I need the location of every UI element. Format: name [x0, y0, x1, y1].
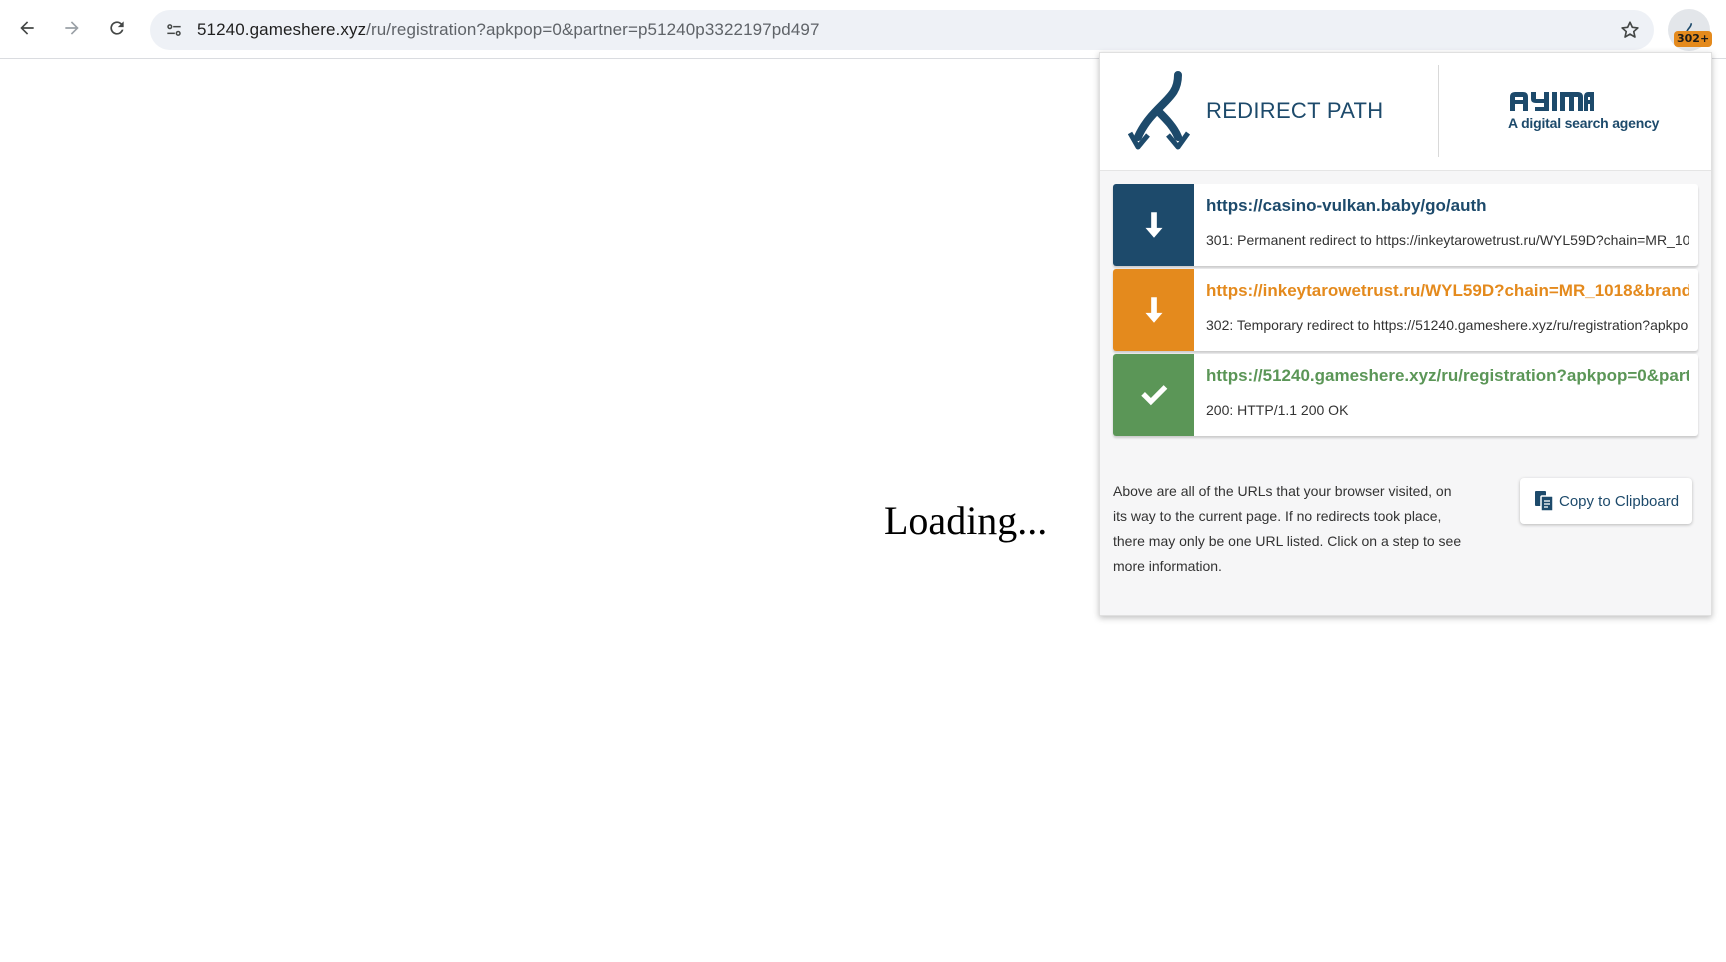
step-url: https://inkeytarowetrust.ru/WYL59D?chain… [1206, 281, 1689, 300]
extension-badge: 302+ [1674, 31, 1713, 47]
reload-button[interactable] [99, 10, 135, 46]
ayima-tagline: A digital search agency [1508, 115, 1660, 131]
step-description: 301: Permanent redirect to https://inkey… [1206, 232, 1689, 248]
browser-toolbar: 51240.gameshere.xyz/ru/registration?apkp… [0, 0, 1726, 59]
tune-icon [167, 24, 181, 36]
back-button[interactable] [9, 10, 45, 46]
arrow-down-icon [1145, 297, 1162, 323]
copy-to-clipboard-button[interactable]: Copy to Clipboard [1520, 478, 1692, 524]
url-text[interactable]: 51240.gameshere.xyz/ru/registration?apkp… [197, 10, 820, 50]
step-description: 200: HTTP/1.1 200 OK [1206, 402, 1349, 418]
redirect-path-logo-icon [1128, 71, 1191, 150]
redirect-path-title: REDIRECT PATH [1206, 98, 1384, 123]
checkmark-icon [1140, 385, 1167, 406]
step-description: 302: Temporary redirect to https://51240… [1206, 317, 1689, 333]
address-bar[interactable]: 51240.gameshere.xyz/ru/registration?apkp… [150, 10, 1654, 50]
site-info-button[interactable] [158, 14, 190, 46]
forward-button[interactable] [54, 10, 90, 46]
arrow-left-icon [20, 21, 34, 35]
url-host: 51240.gameshere.xyz [197, 20, 367, 39]
url-path: /ru/registration?apkpop=0&partner=p51240… [366, 20, 820, 39]
step-url: https://casino-vulkan.baby/go/auth [1206, 196, 1487, 215]
ayima-logo[interactable] [1508, 89, 1594, 113]
star-icon [1621, 21, 1639, 38]
step-status-box [1113, 184, 1194, 266]
loading-text: Loading... [884, 498, 1048, 543]
redirect-step[interactable]: https://51240.gameshere.xyz/ru/registrat… [1113, 354, 1698, 436]
bookmark-button[interactable] [1614, 14, 1646, 46]
reload-icon [110, 21, 124, 35]
arrow-right-icon [65, 21, 79, 35]
popup-header: REDIRECT PATH A digital search agency [1100, 53, 1711, 171]
clipboard-icon [1535, 491, 1554, 512]
info-text: Above are all of the URLs that your brow… [1113, 483, 1462, 574]
arrow-down-icon [1145, 212, 1162, 238]
header-divider [1438, 65, 1439, 157]
step-status-box [1113, 354, 1194, 436]
redirect-step[interactable]: https://inkeytarowetrust.ru/WYL59D?chain… [1113, 269, 1698, 351]
copy-to-clipboard-label: Copy to Clipboard [1559, 492, 1680, 510]
redirect-step[interactable]: https://casino-vulkan.baby/go/auth 301: … [1113, 184, 1698, 266]
redirect-path-popup: REDIRECT PATH A digital search agency ht… [1099, 52, 1712, 616]
step-url: https://51240.gameshere.xyz/ru/registrat… [1206, 366, 1689, 385]
step-status-box [1113, 269, 1194, 351]
